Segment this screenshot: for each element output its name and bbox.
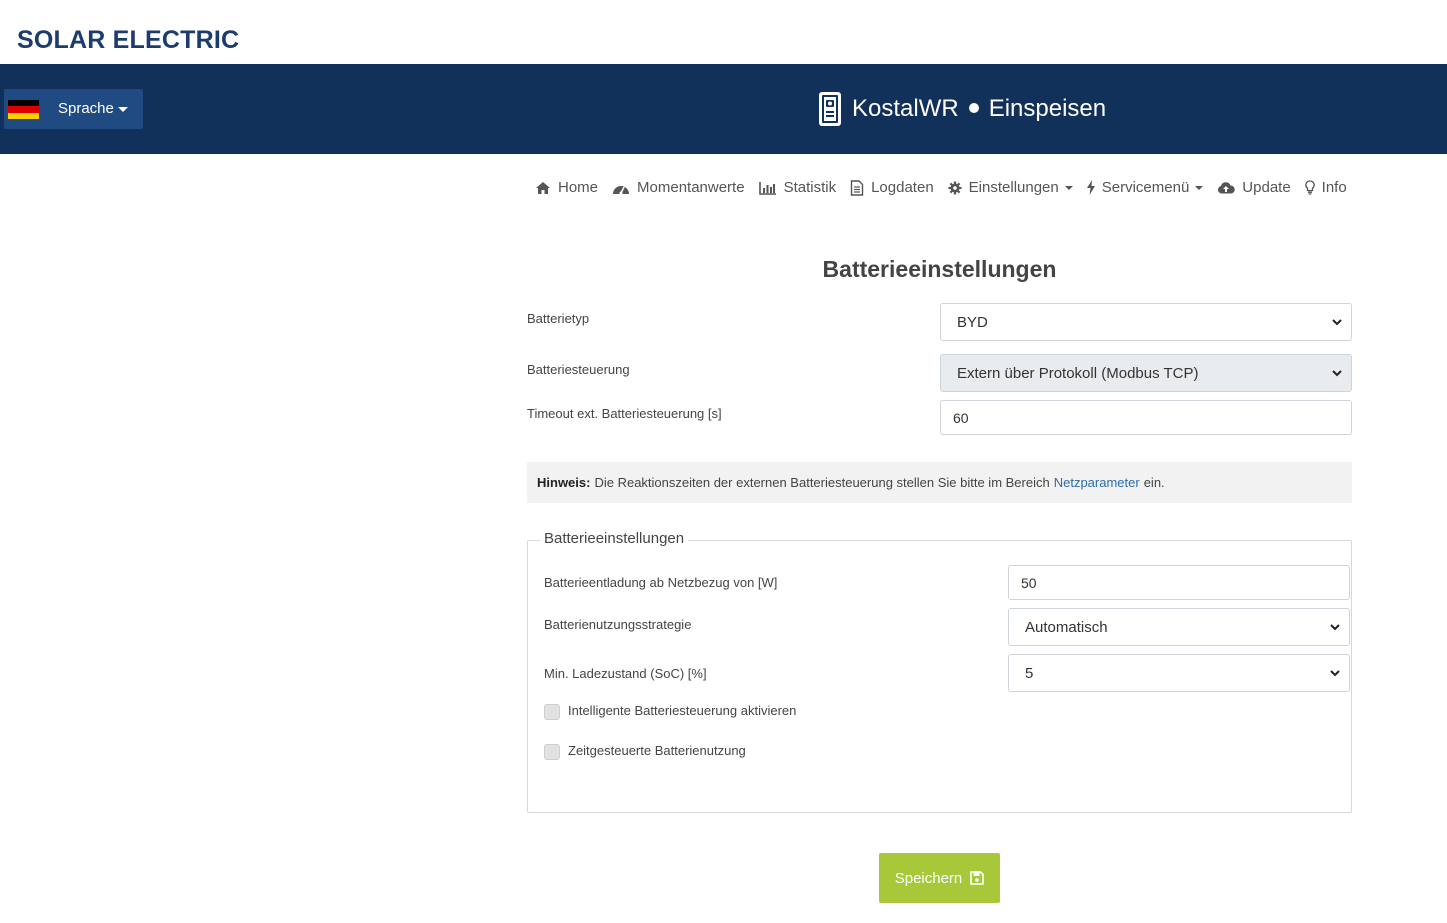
nav-item-logdaten[interactable]: Logdaten bbox=[850, 179, 934, 196]
chevron-down-icon bbox=[1330, 624, 1340, 631]
german-flag-icon bbox=[8, 100, 39, 119]
chevron-down-icon bbox=[1330, 670, 1340, 677]
battery-control-value: Extern über Protokoll (Modbus TCP) bbox=[957, 364, 1199, 382]
nav-item-update[interactable]: Update bbox=[1217, 179, 1291, 196]
hint-text: Die Reaktionszeiten der externen Batteri… bbox=[594, 475, 1050, 490]
brand-logo: SOLAR ELECTRIC bbox=[17, 26, 240, 54]
smart-control-checkbox[interactable] bbox=[544, 704, 560, 720]
timeout-label: Timeout ext. Batteriesteuerung [s] bbox=[527, 406, 722, 421]
battery-control-label: Batteriesteuerung bbox=[527, 362, 630, 377]
caret-down-icon bbox=[1195, 185, 1204, 190]
chevron-down-icon bbox=[1332, 319, 1342, 326]
page-title: Batterieeinstellungen bbox=[822, 256, 1057, 282]
caret-down-icon bbox=[1064, 185, 1073, 190]
min-soc-value: 5 bbox=[1025, 664, 1034, 682]
strategy-value: Automatisch bbox=[1025, 618, 1108, 636]
battery-control-select[interactable]: Extern über Protokoll (Modbus TCP) bbox=[940, 354, 1352, 392]
header-bar: Sprache KostalWR Einspeisen bbox=[0, 64, 1447, 154]
device-name: KostalWR bbox=[852, 95, 959, 122]
language-label: Sprache bbox=[58, 100, 114, 117]
nav-label: Logdaten bbox=[871, 179, 934, 196]
nav-label: Info bbox=[1321, 179, 1347, 196]
timed-usage-label: Zeitgesteuerte Batterienutzung bbox=[568, 743, 746, 758]
battery-type-select[interactable]: BYD bbox=[940, 303, 1352, 341]
nav-label: Statistik bbox=[783, 179, 837, 196]
inverter-icon bbox=[819, 92, 841, 126]
nav-item-einstellungen[interactable]: Einstellungen bbox=[948, 179, 1073, 196]
nav-label: Update bbox=[1242, 179, 1291, 196]
strategy-label: Batterienutzungsstrategie bbox=[544, 617, 692, 632]
document-icon bbox=[850, 179, 864, 196]
separator-dot bbox=[968, 103, 979, 113]
strategy-select[interactable]: Automatisch bbox=[1008, 608, 1350, 646]
hint-prefix: Hinweis: bbox=[537, 475, 591, 490]
caret-down-icon bbox=[118, 107, 128, 112]
nav-item-servicemenu[interactable]: Servicemenü bbox=[1086, 179, 1204, 196]
nav-label: Servicemenü bbox=[1101, 179, 1190, 196]
timeout-input[interactable]: 60 bbox=[940, 400, 1352, 435]
min-soc-select[interactable]: 5 bbox=[1008, 654, 1350, 692]
nav-item-statistik[interactable]: Statistik bbox=[758, 179, 837, 196]
nav-label: Home bbox=[558, 179, 599, 196]
bar-chart-icon bbox=[758, 181, 776, 195]
gear-icon bbox=[948, 181, 962, 194]
min-soc-label: Min. Ladezustand (SoC) [%] bbox=[544, 666, 707, 681]
nav-label: Einstellungen bbox=[968, 179, 1059, 196]
hint-suffix: ein. bbox=[1143, 475, 1165, 490]
discharge-input[interactable]: 50 bbox=[1008, 565, 1350, 600]
floppy-disk-icon bbox=[970, 871, 985, 885]
battery-type-value: BYD bbox=[957, 313, 988, 331]
nav-item-info[interactable]: Info bbox=[1304, 179, 1347, 196]
dashboard-icon bbox=[613, 185, 630, 194]
timeout-value: 60 bbox=[953, 409, 969, 426]
save-label: Speichern bbox=[894, 869, 963, 887]
nav-item-momentanwerte[interactable]: Momentanwerte bbox=[612, 179, 745, 196]
discharge-value: 50 bbox=[1021, 574, 1037, 591]
lightbulb-icon bbox=[1304, 180, 1315, 195]
language-dropdown-button[interactable]: Sprache bbox=[4, 89, 143, 129]
save-button[interactable]: Speichern bbox=[879, 853, 1000, 903]
timed-usage-checkbox[interactable] bbox=[544, 744, 560, 760]
chevron-down-icon bbox=[1332, 370, 1342, 377]
cloud-upload-icon bbox=[1218, 182, 1236, 194]
home-icon bbox=[536, 181, 550, 194]
nav-item-home[interactable]: Home bbox=[535, 179, 598, 196]
nav-label: Momentanwerte bbox=[637, 179, 745, 196]
netzparameter-link[interactable]: Netzparameter bbox=[1054, 475, 1140, 490]
device-title: KostalWR Einspeisen bbox=[818, 91, 1106, 127]
main-nav: Home Momentanwerte Statistik Logdaten Ei… bbox=[535, 179, 1361, 196]
smart-control-label: Intelligente Batteriesteuerung aktiviere… bbox=[568, 703, 797, 718]
bolt-icon bbox=[1086, 180, 1095, 195]
battery-type-label: Batterietyp bbox=[527, 311, 590, 326]
hint-box: Hinweis: Die Reaktionszeiten der externe… bbox=[527, 462, 1352, 503]
discharge-label: Batterieentladung ab Netzbezug von [W] bbox=[544, 575, 778, 590]
device-mode: Einspeisen bbox=[988, 95, 1107, 122]
fieldset-legend: Batterieeinstellungen bbox=[540, 530, 689, 547]
